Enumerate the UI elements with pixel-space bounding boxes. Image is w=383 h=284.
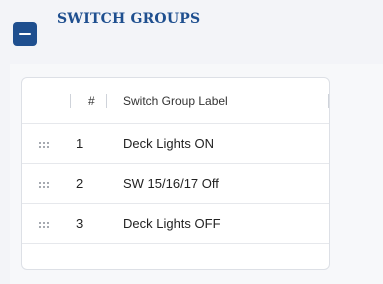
drag-handle-icon[interactable] [39,142,49,148]
table-row[interactable]: 3 Deck Lights OFF [22,204,329,244]
row-label: SW 15/16/17 Off [123,176,219,191]
row-number: 3 [76,216,84,231]
section-header: SWITCH GROUPS [0,0,383,64]
row-number: 1 [76,136,84,151]
table-row[interactable]: 1 Deck Lights ON [22,124,329,164]
minus-icon [19,33,31,35]
drag-handle-icon[interactable] [39,222,49,228]
drag-handle-icon[interactable] [39,182,49,188]
table-row[interactable]: 2 SW 15/16/17 Off [22,164,329,204]
column-separator [106,94,107,108]
switch-groups-table: # Switch Group Label 1 Deck Lights ON 2 … [21,77,330,270]
section-content: # Switch Group Label 1 Deck Lights ON 2 … [10,64,383,284]
column-separator [70,94,71,108]
row-number: 2 [76,176,84,191]
column-header-number[interactable]: # [88,78,95,123]
collapse-button[interactable] [13,22,37,46]
section-title: SWITCH GROUPS [57,11,201,27]
row-label: Deck Lights ON [123,136,215,151]
row-label: Deck Lights OFF [123,216,221,231]
column-separator [328,94,329,108]
column-header-label[interactable]: Switch Group Label [123,78,228,123]
table-header-row: # Switch Group Label [22,78,329,124]
